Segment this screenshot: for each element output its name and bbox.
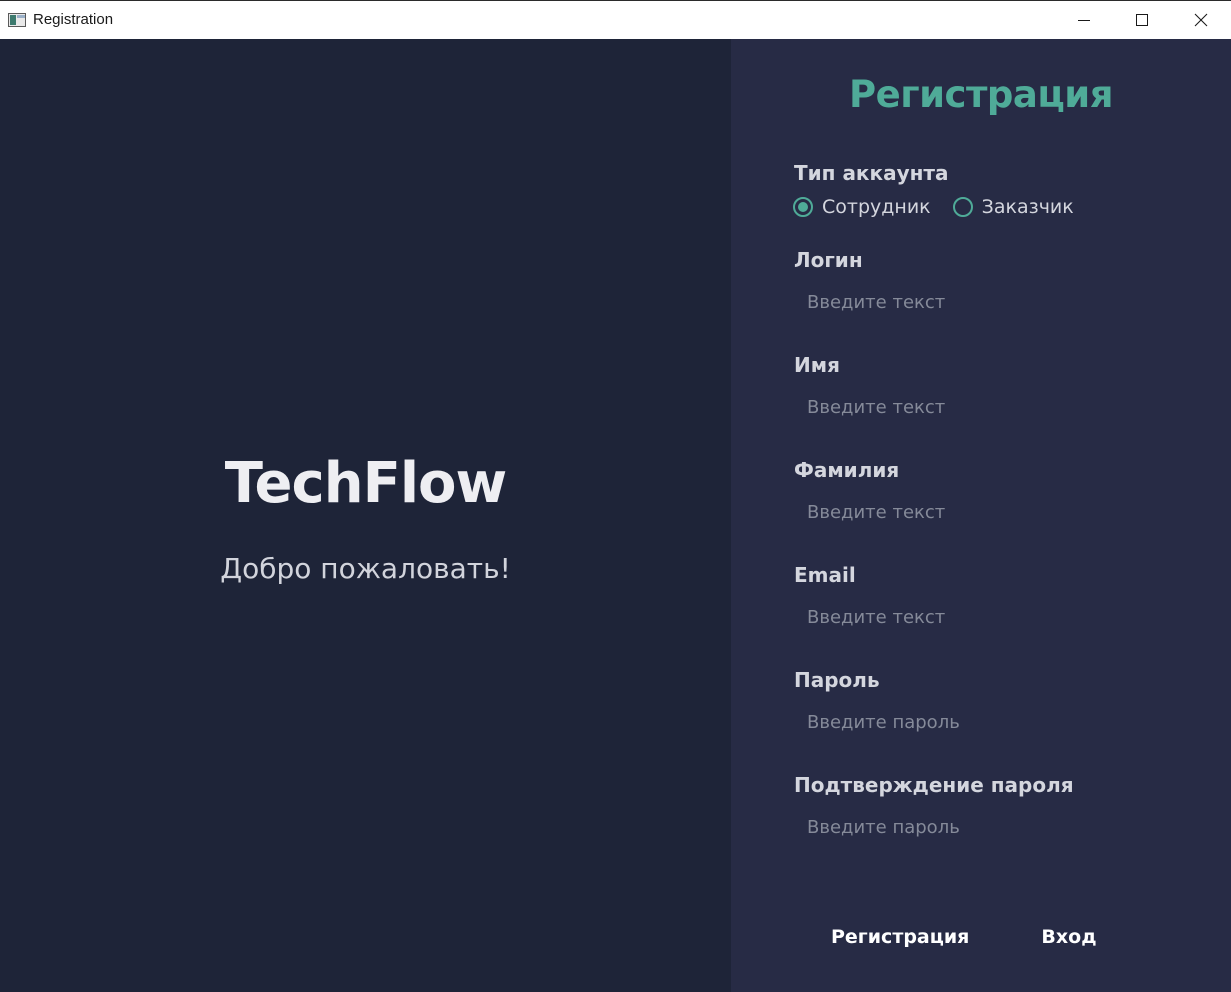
minimize-icon xyxy=(1078,20,1090,21)
confirm-password-label: Подтверждение пароля xyxy=(794,773,1074,797)
login-label: Логин xyxy=(794,248,863,272)
password-input[interactable] xyxy=(794,705,1174,739)
email-input[interactable] xyxy=(794,600,1174,634)
minimize-button[interactable] xyxy=(1055,1,1113,40)
radio-employee[interactable]: Сотрудник xyxy=(793,196,931,218)
maximize-icon xyxy=(1136,14,1148,26)
brand-name: TechFlow xyxy=(224,451,507,516)
radio-customer[interactable]: Заказчик xyxy=(952,196,1074,218)
confirm-password-input[interactable] xyxy=(794,810,1174,844)
welcome-text: Добро пожаловать! xyxy=(220,552,511,585)
radio-customer-label: Заказчик xyxy=(981,196,1074,218)
account-type-radio-group: Сотрудник Заказчик xyxy=(793,196,1096,218)
maximize-button[interactable] xyxy=(1113,1,1171,40)
welcome-panel: TechFlow Добро пожаловать! xyxy=(0,39,731,992)
close-icon xyxy=(1194,13,1208,27)
last-name-label: Фамилия xyxy=(794,458,900,482)
email-label: Email xyxy=(794,563,856,587)
close-button[interactable] xyxy=(1172,1,1230,40)
password-label: Пароль xyxy=(794,668,880,692)
first-name-input[interactable] xyxy=(794,390,1174,424)
form-title: Регистрация xyxy=(849,73,1113,116)
registration-window: Registration TechFlow Добро пожаловать! … xyxy=(0,0,1231,992)
login-input[interactable] xyxy=(794,285,1174,319)
account-type-label: Тип аккаунта xyxy=(794,161,949,185)
register-button[interactable]: Регистрация xyxy=(831,919,969,955)
registration-form: Регистрация Тип аккаунта Сотрудник Заказ… xyxy=(731,39,1231,992)
login-button[interactable]: Вход xyxy=(1039,919,1099,955)
title-bar: Registration xyxy=(0,0,1231,39)
first-name-label: Имя xyxy=(794,353,840,377)
radio-checked-icon xyxy=(793,197,813,217)
window-title: Registration xyxy=(33,11,114,28)
last-name-input[interactable] xyxy=(794,495,1174,529)
radio-employee-label: Сотрудник xyxy=(822,196,931,218)
radio-unchecked-icon xyxy=(952,197,973,217)
app-window-icon xyxy=(8,13,26,27)
